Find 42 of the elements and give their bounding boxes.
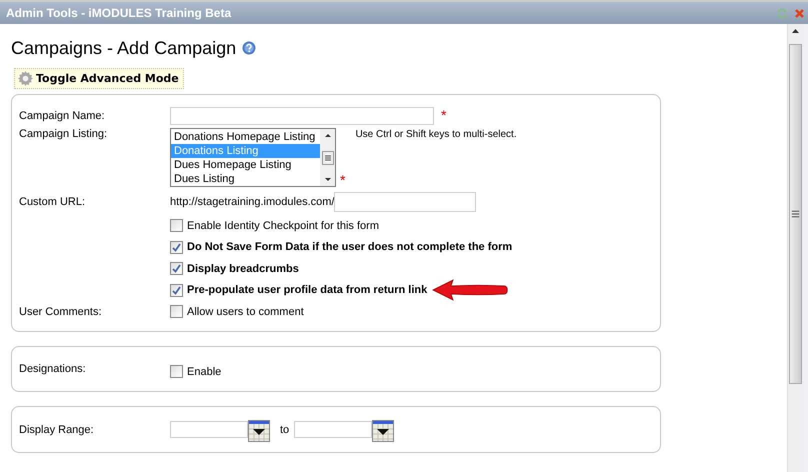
field-label: Campaign Listing: — [19, 128, 108, 140]
field-label: User Comments: — [19, 306, 103, 318]
list-option[interactable]: Dues Listing — [171, 172, 320, 186]
checkbox-option[interactable]: Allow users to comment — [170, 305, 304, 318]
url-prefix: http://stagetraining.imodules.com/ — [170, 196, 334, 208]
check-icon — [171, 242, 182, 253]
checkbox-option[interactable]: Enable — [170, 365, 222, 378]
date-field[interactable] — [170, 421, 248, 438]
range-separator: to — [280, 424, 290, 436]
toggle-advanced-mode-button[interactable]: Toggle Advanced Mode — [14, 68, 184, 89]
required-mark: * — [340, 172, 346, 188]
field-label: Custom URL: — [19, 196, 86, 208]
checkbox-option[interactable]: Pre-populate user profile data from return link — [170, 284, 428, 297]
gear-icon — [18, 71, 33, 86]
custom-url-field[interactable] — [334, 192, 476, 212]
required-mark: * — [441, 107, 446, 123]
scroll-thumb[interactable] — [789, 44, 802, 384]
field-label: Display Range: — [19, 424, 95, 436]
checkbox-option[interactable]: Enable Identity Checkpoint for this form — [170, 219, 379, 232]
field-label: Designations: — [19, 363, 87, 375]
help-icon[interactable] — [242, 41, 256, 55]
campaign-listbox[interactable]: Donations Homepage Listing Donations Listing Dues Homepage Listing Dues Listing — [170, 128, 336, 187]
campaign-name-field[interactable] — [170, 107, 434, 125]
scroll-thumb[interactable] — [322, 150, 334, 164]
window-title: Admin Tools - iMODULES Training Beta — [6, 6, 232, 20]
date-field[interactable] — [294, 421, 372, 438]
close-icon[interactable] — [795, 8, 804, 18]
list-option[interactable]: Dues Homepage Listing — [171, 158, 320, 172]
check-icon — [171, 263, 182, 274]
grip-icon — [790, 209, 801, 219]
page-title: Campaigns - Add Campaign — [11, 38, 236, 58]
hint-text: Use Ctrl or Shift keys to multi-select. — [355, 129, 517, 140]
list-option[interactable]: Donations Homepage Listing — [171, 130, 320, 144]
scrollbar[interactable] — [787, 24, 803, 472]
checkbox-option[interactable]: Do Not Save Form Data if the user does not complete the form — [170, 240, 512, 254]
check-icon — [171, 284, 182, 296]
arrow-icon — [431, 278, 510, 302]
list-scrollbar[interactable] — [320, 129, 335, 186]
calendar-icon[interactable] — [248, 420, 270, 442]
checkbox-option[interactable]: Display breadcrumbs — [170, 262, 299, 276]
calendar-icon[interactable] — [372, 420, 394, 442]
field-label: Campaign Name: — [19, 110, 106, 122]
